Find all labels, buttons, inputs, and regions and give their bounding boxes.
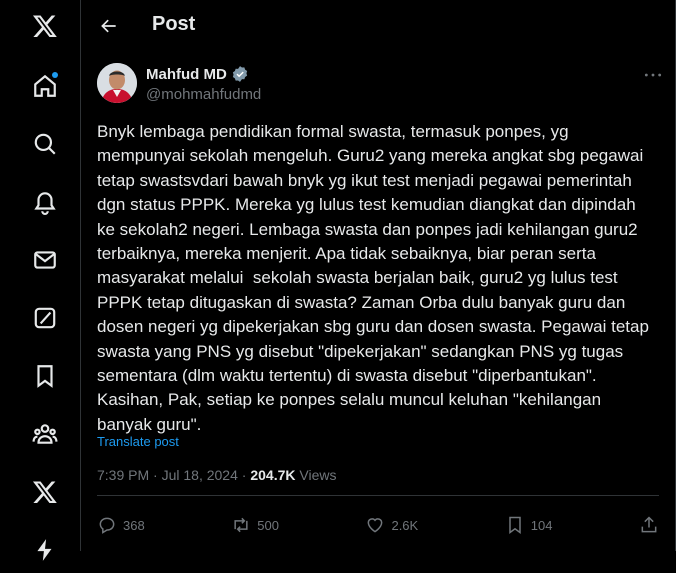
arrow-left-icon (101, 19, 116, 33)
post-time[interactable]: 7:39 PM (97, 467, 149, 483)
post-metadata: 7:39 PM · Jul 18, 2024 · 204.7K Views (97, 467, 336, 483)
header: Post (81, 0, 675, 52)
verified-orgs-icon[interactable] (22, 527, 68, 573)
home-icon[interactable] (22, 63, 68, 109)
back-button[interactable] (91, 8, 127, 44)
heart-icon (368, 518, 383, 533)
author-row: Mahfud MD (146, 65, 249, 83)
reply-button[interactable]: 368 (97, 515, 145, 535)
premium-icon[interactable] (22, 469, 68, 515)
author-name[interactable]: Mahfud MD (146, 66, 227, 83)
post-date[interactable]: Jul 18, 2024 (162, 467, 238, 483)
avatar[interactable] (97, 63, 137, 103)
author-handle[interactable]: @mohmahfudmd (146, 86, 261, 103)
post-detail-column: Post Mahfud MD @mohmahfudmd Bnyk lembaga… (81, 0, 675, 551)
bookmark-count: 104 (530, 517, 553, 533)
explore-icon[interactable] (22, 121, 68, 167)
bookmark-icon (509, 516, 521, 534)
bookmarks-icon[interactable] (22, 353, 68, 399)
share-button[interactable] (639, 515, 659, 535)
communities-icon[interactable] (22, 411, 68, 457)
meta-separator: · (241, 467, 247, 483)
notification-dot (52, 72, 58, 78)
like-button[interactable]: 2.6K (365, 515, 418, 535)
views-count: 204.7K (250, 467, 296, 483)
repost-count: 500 (257, 517, 279, 533)
share-icon (641, 516, 657, 533)
views-label: Views (299, 467, 337, 483)
x-logo-icon[interactable] (22, 3, 68, 49)
notifications-icon[interactable] (22, 179, 68, 225)
messages-icon[interactable] (22, 237, 68, 283)
more-options-button[interactable] (638, 63, 668, 87)
post-text: Bnyk lembaga pendidikan formal swasta, t… (97, 122, 654, 434)
left-nav (0, 0, 80, 561)
verified-badge-icon[interactable] (231, 65, 249, 83)
translate-post-link[interactable]: Translate post (97, 434, 179, 449)
reply-count: 368 (123, 517, 145, 533)
repost-button[interactable]: 500 (231, 515, 279, 535)
action-bar: 368 500 2.6K 104 (97, 507, 659, 543)
meta-separator: · (153, 467, 158, 483)
repost-icon (234, 517, 248, 533)
divider (97, 495, 659, 496)
page-title: Post (152, 13, 196, 35)
grok-icon[interactable] (22, 295, 68, 341)
reply-icon (99, 517, 115, 534)
like-count: 2.6K (391, 517, 419, 533)
bookmark-button[interactable]: 104 (505, 515, 553, 535)
more-horizontal-icon (644, 73, 662, 77)
